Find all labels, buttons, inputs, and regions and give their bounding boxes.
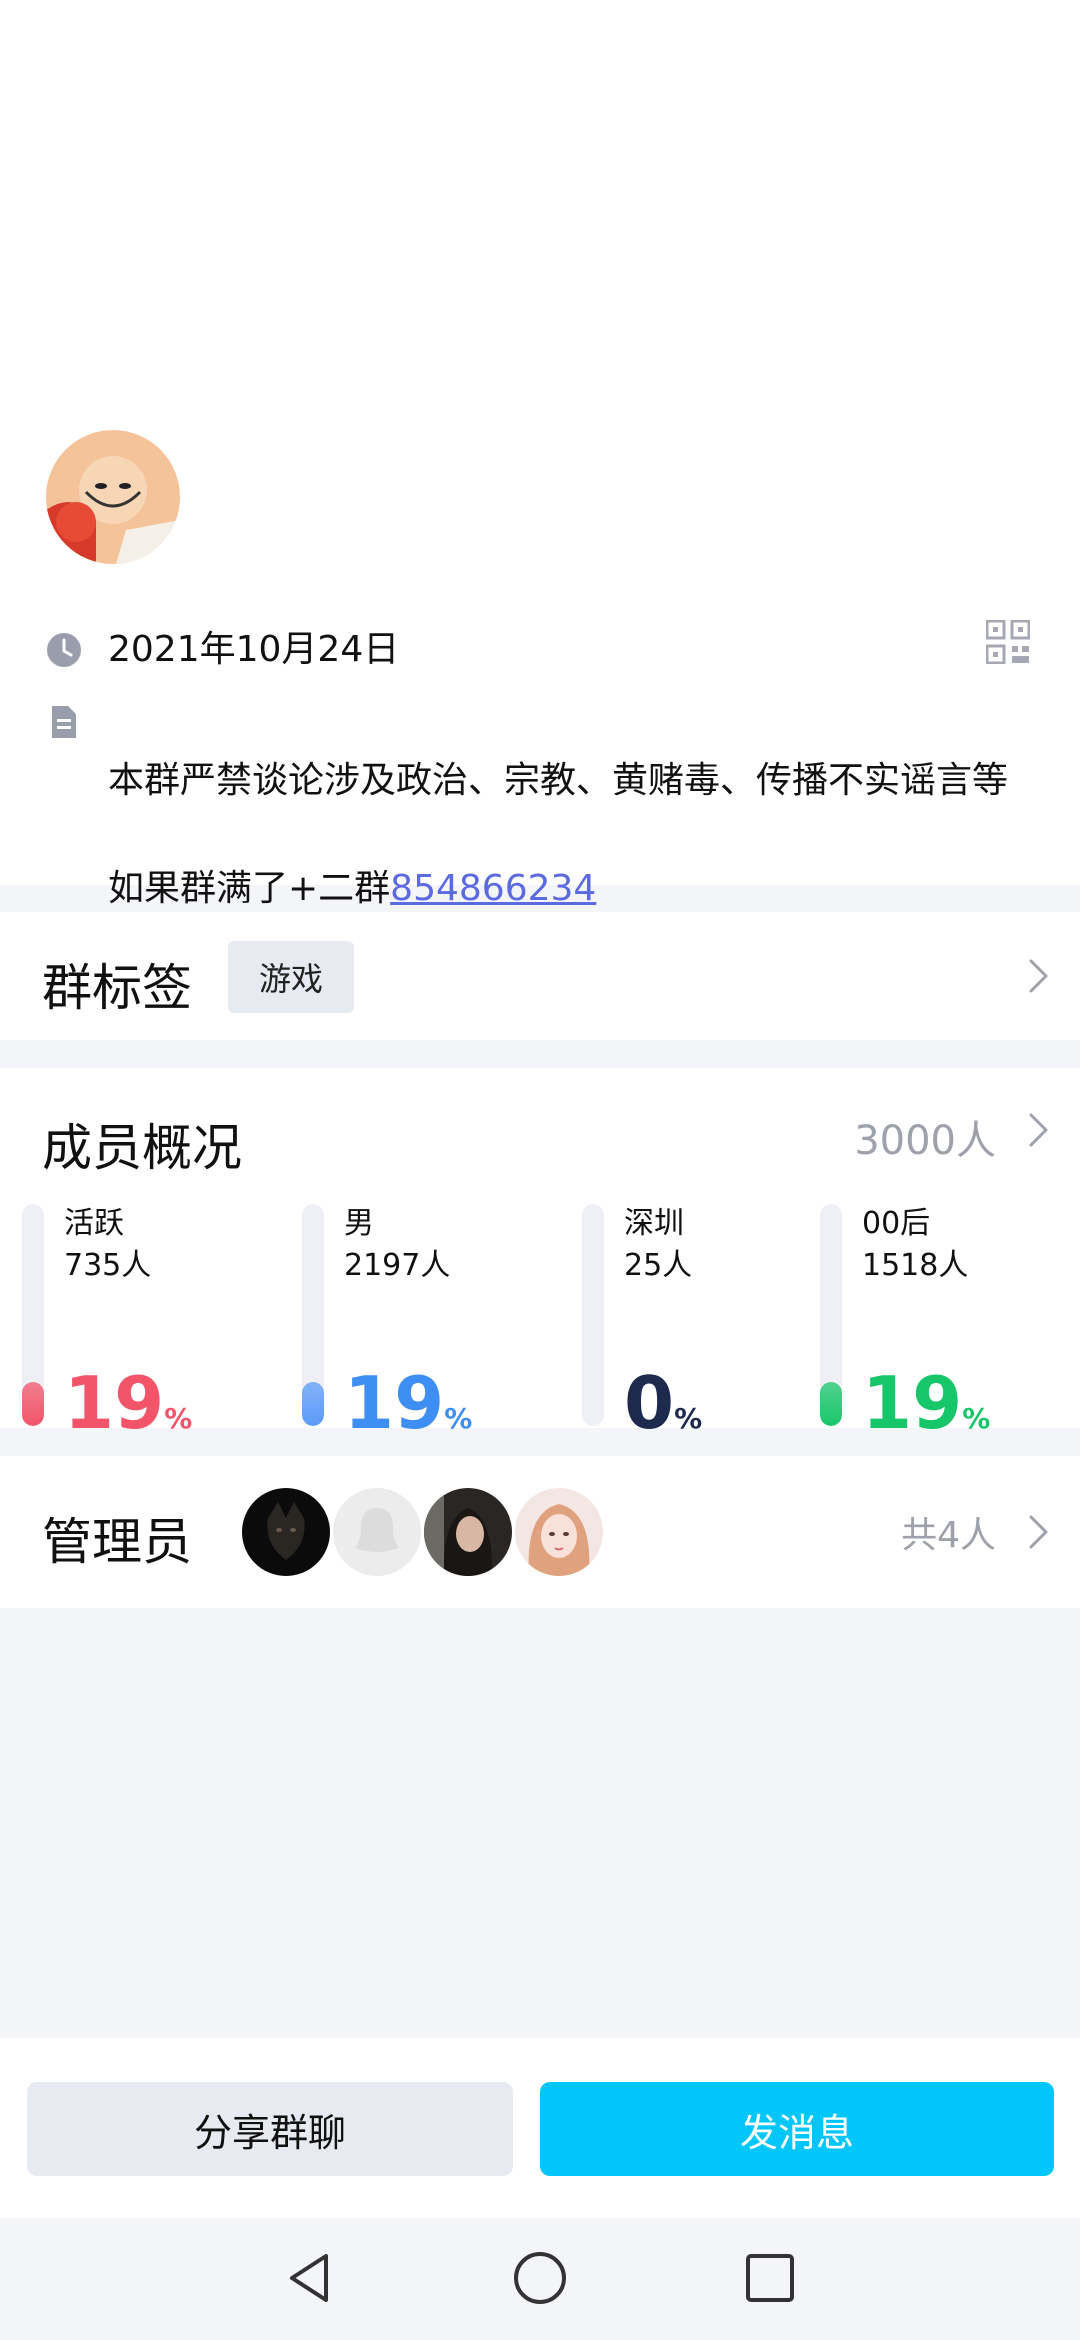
stat-percent-number: 19 [64, 1361, 165, 1445]
stat-percent: 19% [862, 1367, 991, 1458]
description-line-1: 本群严禁谈论涉及政治、宗教、黄赌毒、传播不实谣言等 [108, 760, 1009, 801]
action-bar: 分享群聊 发消息 [0, 2038, 1080, 2218]
stat-bar-fill [820, 1382, 842, 1426]
stat-percent-unit: % [674, 1402, 703, 1435]
admins-title: 管理员 [42, 1513, 192, 1571]
description-line-2-text: 如果群满了+二群 [108, 868, 391, 909]
stat-percent: 19% [344, 1367, 473, 1458]
created-date-row: 2021年10月24日 [46, 632, 399, 668]
clock-icon [47, 633, 81, 667]
stat-label: 深圳 [624, 1206, 684, 1241]
group-avatar[interactable] [46, 430, 180, 564]
admins-section[interactable]: 管理员 共4人 [0, 1456, 1080, 1608]
stat-value: 735人 [64, 1248, 152, 1283]
home-icon[interactable] [510, 2248, 570, 2308]
stat-bar [820, 1204, 842, 1426]
tag-chip: 游戏 [228, 941, 354, 1013]
stat-bar [302, 1204, 324, 1426]
avatar[interactable] [515, 1488, 603, 1576]
share-group-button[interactable]: 分享群聊 [27, 2082, 513, 2176]
stat-percent: 19% [64, 1367, 193, 1458]
group-number-link[interactable]: 854866234 [390, 868, 596, 909]
stat-percent-number: 19 [862, 1361, 963, 1445]
admin-avatar-list [242, 1488, 606, 1576]
stat-percent: 0% [624, 1367, 703, 1458]
stat-percent-number: 19 [344, 1361, 445, 1445]
stat-bar [22, 1204, 44, 1426]
back-icon[interactable] [280, 2248, 340, 2308]
member-count: 3000人 [854, 1118, 996, 1164]
group-tags-title: 群标签 [42, 959, 192, 1017]
avatar[interactable] [242, 1488, 330, 1576]
stat-percent-unit: % [444, 1402, 473, 1435]
member-overview-title: 成员概况 [42, 1119, 242, 1177]
stat-value: 25人 [624, 1248, 693, 1283]
stat-percent-unit: % [164, 1402, 193, 1435]
chevron-right-icon [1029, 1515, 1048, 1549]
member-overview-section[interactable]: 成员概况 3000人 活跃 735人 19% 男 2197人 19% 深圳 25… [0, 1068, 1080, 1439]
stat-bar-fill [302, 1382, 324, 1426]
document-icon [52, 706, 76, 738]
stat-bar [582, 1204, 604, 1426]
chevron-right-icon [1029, 959, 1048, 993]
stat-value: 2197人 [344, 1248, 451, 1283]
qr-code-icon[interactable] [986, 620, 1030, 664]
stat-percent-unit: % [962, 1402, 991, 1435]
created-date: 2021年10月24日 [108, 629, 400, 670]
stat-label: 00后 [862, 1206, 931, 1241]
recents-icon[interactable] [740, 2248, 800, 2308]
description-line-2: 如果群满了+二群854866234 [108, 862, 1038, 916]
stat-label: 男 [344, 1206, 374, 1241]
send-message-button[interactable]: 发消息 [540, 2082, 1054, 2176]
admin-count: 共4人 [901, 1515, 996, 1556]
chevron-right-icon [1029, 1113, 1048, 1147]
stat-value: 1518人 [862, 1248, 969, 1283]
avatar[interactable] [424, 1488, 512, 1576]
stat-bar-fill [22, 1382, 44, 1426]
system-nav-bar [0, 2218, 1080, 2340]
avatar[interactable] [333, 1488, 421, 1576]
group-tags-section[interactable]: 群标签 游戏 [0, 912, 1080, 1040]
stat-percent-number: 0 [624, 1361, 675, 1445]
stat-label: 活跃 [64, 1206, 124, 1241]
